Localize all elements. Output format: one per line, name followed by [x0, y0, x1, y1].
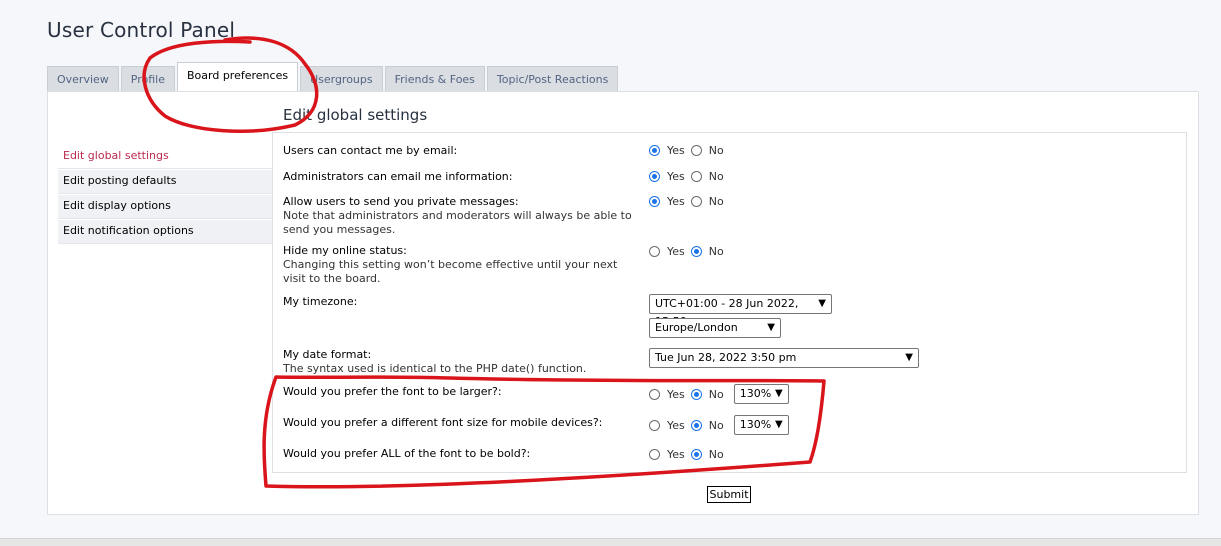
private-messages-no-radio[interactable]	[690, 196, 702, 207]
font-larger-label-text: Would you prefer the font to be larger?:	[283, 385, 502, 398]
date-format-select[interactable]: Tue Jun 28, 2022 3:50 pm ▼	[649, 348, 919, 368]
chevron-down-icon: ▼	[775, 388, 783, 399]
private-messages-yes-label: Yes	[667, 195, 685, 208]
timezone-label-text: My timezone:	[283, 295, 358, 308]
font-bold-yes-label: Yes	[667, 448, 685, 461]
font-mobile-size-select[interactable]: 130% ▼	[733, 415, 789, 435]
font-bold-options: Yes No	[649, 448, 730, 461]
side-nav-item-notification-options[interactable]: Edit notification options	[58, 220, 272, 244]
font-mobile-yes-radio[interactable]	[649, 419, 660, 431]
contact-email-label-text: Users can contact me by email:	[283, 144, 458, 157]
font-bold-label: Would you prefer ALL of the font to be b…	[283, 447, 643, 461]
font-larger-size-select[interactable]: 130% ▼	[733, 384, 789, 404]
contact-email-yes-radio[interactable]	[649, 145, 660, 156]
contact-email-no-radio[interactable]	[690, 145, 702, 156]
private-messages-label: Allow users to send you private messages…	[283, 195, 643, 237]
section-title: Edit global settings	[283, 106, 428, 124]
private-messages-explain: Note that administrators and moderators …	[283, 209, 632, 236]
font-larger-no-radio[interactable]	[690, 388, 702, 400]
font-larger-size-value: 130%	[739, 387, 772, 400]
tab-bar: Overview Profile Board preferences Userg…	[47, 62, 620, 92]
timezone-zone-select[interactable]: Europe/London ▼	[649, 318, 781, 338]
admin-email-options: Yes No	[649, 170, 730, 183]
font-mobile-options: Yes No 130% ▼	[649, 415, 789, 435]
admin-email-no-label: No	[708, 170, 724, 183]
contact-email-options: Yes No	[649, 144, 730, 157]
font-bold-label-text: Would you prefer ALL of the font to be b…	[283, 447, 531, 460]
chevron-down-icon: ▼	[767, 322, 775, 333]
side-nav-item-global-settings[interactable]: Edit global settings	[58, 145, 272, 169]
page-title: User Control Panel	[47, 18, 236, 42]
font-bold-yes-radio[interactable]	[649, 449, 660, 460]
private-messages-options: Yes No	[649, 195, 730, 208]
date-format-label: My date format: The syntax used is ident…	[283, 348, 643, 376]
chevron-down-icon: ▼	[905, 352, 913, 363]
side-nav: Edit global settings Edit posting defaul…	[58, 145, 272, 245]
font-mobile-no-label: No	[708, 418, 724, 432]
font-bold-no-radio[interactable]	[690, 449, 702, 460]
private-messages-no-label: No	[708, 195, 724, 208]
admin-email-yes-radio[interactable]	[649, 171, 660, 182]
side-nav-item-display-options[interactable]: Edit display options	[58, 195, 272, 219]
hide-online-label: Hide my online status: Changing this set…	[283, 244, 643, 286]
chevron-down-icon: ▼	[775, 419, 783, 430]
side-nav-item-posting-defaults[interactable]: Edit posting defaults	[58, 170, 272, 194]
font-bold-no-label: No	[708, 448, 724, 461]
timezone-zone-value: Europe/London	[655, 321, 738, 334]
hide-online-options: Yes No	[649, 245, 730, 258]
hide-online-yes-radio[interactable]	[649, 246, 660, 257]
date-format-label-text: My date format:	[283, 348, 372, 361]
font-larger-no-label: No	[708, 387, 724, 401]
contact-email-yes-label: Yes	[667, 144, 685, 157]
tab-friends-foes[interactable]: Friends & Foes	[384, 66, 485, 91]
private-messages-label-text: Allow users to send you private messages…	[283, 195, 519, 208]
hide-online-label-text: Hide my online status:	[283, 244, 407, 257]
font-mobile-no-radio[interactable]	[690, 419, 702, 431]
font-mobile-size-value: 130%	[739, 418, 772, 431]
timezone-offset-select[interactable]: UTC+01:00 - 28 Jun 2022, 15:50 ▼	[649, 294, 832, 328]
font-mobile-label-text: Would you prefer a different font size f…	[283, 416, 603, 429]
font-mobile-label: Would you prefer a different font size f…	[283, 416, 643, 430]
chevron-down-icon: ▼	[818, 298, 826, 309]
font-larger-options: Yes No 130% ▼	[649, 384, 789, 404]
timezone-label: My timezone:	[283, 295, 643, 309]
contact-email-no-label: No	[708, 144, 724, 157]
tab-board-preferences[interactable]: Board preferences	[177, 62, 299, 91]
admin-email-label-text: Administrators can email me information:	[283, 170, 513, 183]
font-larger-yes-label: Yes	[667, 387, 685, 401]
admin-email-label: Administrators can email me information:	[283, 170, 643, 184]
tab-overview[interactable]: Overview	[47, 66, 119, 91]
admin-email-yes-label: Yes	[667, 170, 685, 183]
tab-usergroups[interactable]: Usergroups	[300, 66, 383, 91]
tab-topic-post-reactions[interactable]: Topic/Post Reactions	[486, 66, 619, 91]
font-larger-label: Would you prefer the font to be larger?:	[283, 385, 643, 399]
date-format-explain: The syntax used is identical to the PHP …	[283, 362, 587, 375]
hide-online-yes-label: Yes	[667, 245, 685, 258]
font-mobile-yes-label: Yes	[667, 418, 685, 432]
submit-button[interactable]: Submit	[707, 486, 751, 503]
admin-email-no-radio[interactable]	[690, 171, 702, 182]
font-larger-yes-radio[interactable]	[649, 388, 660, 400]
private-messages-yes-radio[interactable]	[649, 196, 660, 207]
hide-online-explain: Changing this setting won’t become effec…	[283, 258, 618, 285]
hide-online-no-label: No	[708, 245, 724, 258]
contact-email-label: Users can contact me by email:	[283, 144, 643, 158]
date-format-value: Tue Jun 28, 2022 3:50 pm	[655, 351, 797, 364]
tab-profile[interactable]: Profile	[120, 66, 175, 91]
hide-online-no-radio[interactable]	[690, 246, 702, 257]
